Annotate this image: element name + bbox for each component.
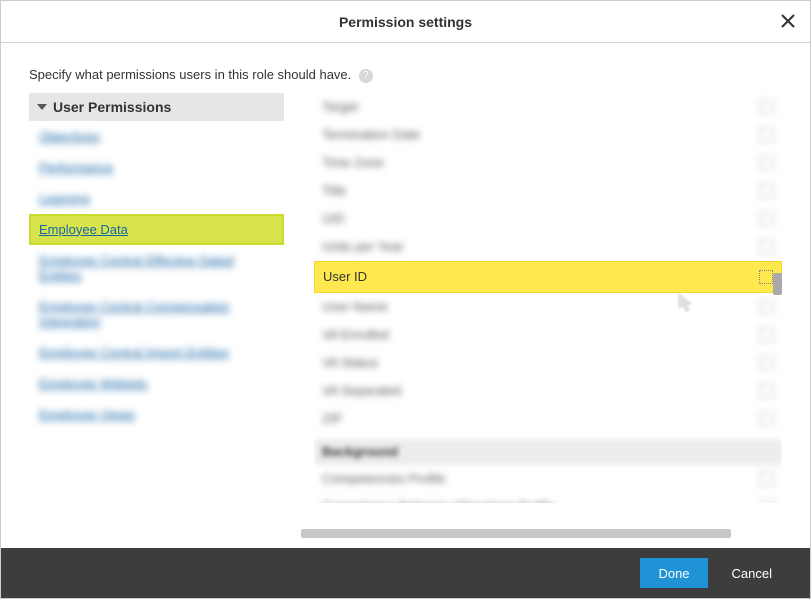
permission-label: User ID bbox=[323, 269, 759, 284]
dialog-title: Permission settings bbox=[339, 14, 472, 30]
dialog-footer: Done Cancel bbox=[1, 548, 810, 598]
checkbox[interactable] bbox=[760, 240, 774, 254]
sidebar-item[interactable]: Employee Views bbox=[29, 399, 284, 430]
permission-row[interactable]: Time Zone bbox=[314, 149, 782, 177]
dialog-body: Specify what permissions users in this r… bbox=[1, 43, 810, 548]
checkbox[interactable] bbox=[760, 384, 774, 398]
checkbox[interactable] bbox=[760, 500, 774, 503]
checkbox[interactable] bbox=[760, 100, 774, 114]
sidebar-item[interactable]: Employee Central Import Entities bbox=[29, 337, 284, 368]
checkbox[interactable] bbox=[760, 412, 774, 426]
permission-row[interactable]: Units per Year bbox=[314, 233, 782, 261]
permission-section-header: Background bbox=[314, 439, 782, 465]
checkbox[interactable] bbox=[760, 472, 774, 486]
permission-row[interactable]: VA Separated bbox=[314, 377, 782, 405]
permission-row[interactable]: Competencies Profile bbox=[314, 465, 782, 493]
sidebar-item[interactable]: Objectives bbox=[29, 121, 284, 152]
checkbox[interactable] bbox=[760, 184, 774, 198]
scrollbar-horizontal[interactable] bbox=[301, 529, 731, 538]
sidebar-item[interactable]: Employee Central Compensation Integratio… bbox=[29, 291, 284, 337]
permission-row[interactable]: VA Status bbox=[314, 349, 782, 377]
checkbox[interactable] bbox=[759, 270, 773, 284]
close-icon[interactable] bbox=[778, 11, 798, 31]
scrollbar[interactable] bbox=[773, 273, 782, 295]
checkbox[interactable] bbox=[760, 212, 774, 226]
instruction-label: Specify what permissions users in this r… bbox=[29, 67, 351, 82]
category-list: Objectives Performance Learning Employee… bbox=[29, 121, 284, 430]
cursor-icon bbox=[678, 293, 694, 313]
dialog-header: Permission settings bbox=[1, 1, 810, 43]
checkbox[interactable] bbox=[760, 328, 774, 342]
permission-list: Target Termination Date Time Zone Title … bbox=[314, 93, 782, 503]
checkbox[interactable] bbox=[760, 128, 774, 142]
permission-settings-dialog: Permission settings Specify what permiss… bbox=[0, 0, 811, 599]
sidebar-item-employee-data[interactable]: Employee Data bbox=[29, 214, 284, 245]
chevron-down-icon bbox=[37, 104, 47, 110]
permission-row[interactable]: Competency Behavior Objectives Profile bbox=[314, 493, 782, 503]
help-icon[interactable]: ? bbox=[359, 69, 373, 83]
content-row: User Permissions Objectives Performance … bbox=[29, 93, 782, 503]
permission-row[interactable]: Termination Date bbox=[314, 121, 782, 149]
sidebar-item[interactable]: Performance bbox=[29, 152, 284, 183]
category-sidebar: User Permissions Objectives Performance … bbox=[29, 93, 284, 503]
permission-row[interactable]: UID bbox=[314, 205, 782, 233]
sidebar-item[interactable]: Employee Widgets bbox=[29, 368, 284, 399]
sidebar-item[interactable]: Learning bbox=[29, 183, 284, 214]
permission-row-user-id[interactable]: User ID bbox=[314, 261, 782, 293]
checkbox[interactable] bbox=[760, 356, 774, 370]
permission-row[interactable]: User Name bbox=[314, 293, 782, 321]
permission-row[interactable]: VA Enrolled bbox=[314, 321, 782, 349]
permission-row[interactable]: ZIP bbox=[314, 405, 782, 433]
sidebar-item[interactable]: Employee Central Effective Dated Entitie… bbox=[29, 245, 284, 291]
checkbox[interactable] bbox=[760, 156, 774, 170]
category-header[interactable]: User Permissions bbox=[29, 93, 284, 121]
category-header-label: User Permissions bbox=[53, 99, 171, 115]
checkbox[interactable] bbox=[760, 300, 774, 314]
permission-row[interactable]: Title bbox=[314, 177, 782, 205]
sidebar-item-label: Employee Data bbox=[39, 222, 128, 237]
done-button[interactable]: Done bbox=[640, 558, 707, 588]
permission-panel: Target Termination Date Time Zone Title … bbox=[314, 93, 782, 503]
cancel-button[interactable]: Cancel bbox=[714, 558, 790, 588]
instruction-text: Specify what permissions users in this r… bbox=[29, 67, 782, 83]
permission-row[interactable]: Target bbox=[314, 93, 782, 121]
